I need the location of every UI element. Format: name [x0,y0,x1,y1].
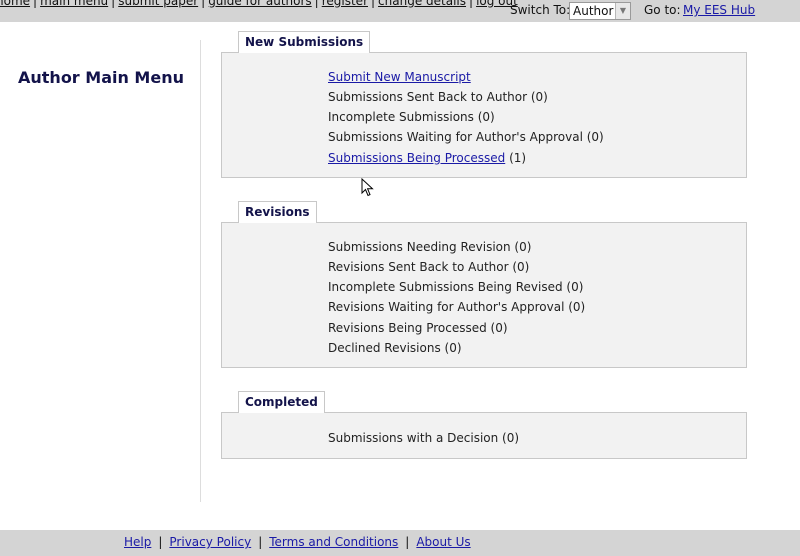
nav-register-link[interactable]: register [322,0,368,8]
list-item: Incomplete Submissions (0) [328,110,495,124]
my-ees-hub-link[interactable]: My EES Hub [683,3,755,17]
footer-terms-link[interactable]: Terms and Conditions [269,535,398,549]
revisions-tab: Revisions [238,201,317,223]
list-item: Revisions Being Processed (0) [328,321,508,335]
page-title: Author Main Menu [18,68,184,87]
list-item: Submissions Needing Revision (0) [328,240,532,254]
footer-links: Help | Privacy Policy | Terms and Conditions… [124,535,471,549]
nav-submit-paper-link[interactable]: submit paper [118,0,198,8]
footer-help-link[interactable]: Help [124,535,151,549]
list-item: Declined Revisions (0) [328,341,462,355]
nav-guide-link[interactable]: guide for authors [208,0,311,8]
new-submissions-tab: New Submissions [238,31,371,53]
list-item: Incomplete Submissions Being Revised (0) [328,280,584,294]
nav-home-link[interactable]: home [0,0,30,8]
list-item: Submissions Waiting for Author's Approva… [328,130,604,144]
mouse-cursor-icon [361,178,374,197]
processed-count: (1) [509,151,527,165]
list-item: Revisions Waiting for Author's Approval … [328,300,586,314]
switch-to-label: Switch To: [510,3,571,17]
list-item: Submissions with a Decision (0) [328,431,520,445]
nav-main-menu-link[interactable]: main menu [40,0,108,8]
dropdown-arrow-icon[interactable]: ▼ [615,3,630,19]
list-item: Submissions Sent Back to Author (0) [328,90,548,104]
list-item: Submit New Manuscript [328,70,471,84]
footer-about-link[interactable]: About Us [416,535,470,549]
goto-label: Go to: [644,3,681,17]
role-select[interactable]: Author ▼ [569,2,631,20]
footer-bar: Help | Privacy Policy | Terms and Conditions… [0,530,800,556]
top-nav-bar: home|main menu|submit paper|guide for au… [0,0,800,22]
column-divider [200,40,201,502]
completed-tab: Completed [238,391,325,413]
footer-privacy-link[interactable]: Privacy Policy [169,535,251,549]
nav-change-details-link[interactable]: change details [378,0,466,8]
submit-new-manuscript-link[interactable]: Submit New Manuscript [328,70,471,84]
top-nav-links: home|main menu|submit paper|guide for au… [0,0,518,8]
submissions-being-processed-link[interactable]: Submissions Being Processed [328,151,505,165]
list-item: Revisions Sent Back to Author (0) [328,260,530,274]
list-item: Submissions Being Processed (1) [328,151,526,165]
role-select-value: Author [573,4,614,18]
